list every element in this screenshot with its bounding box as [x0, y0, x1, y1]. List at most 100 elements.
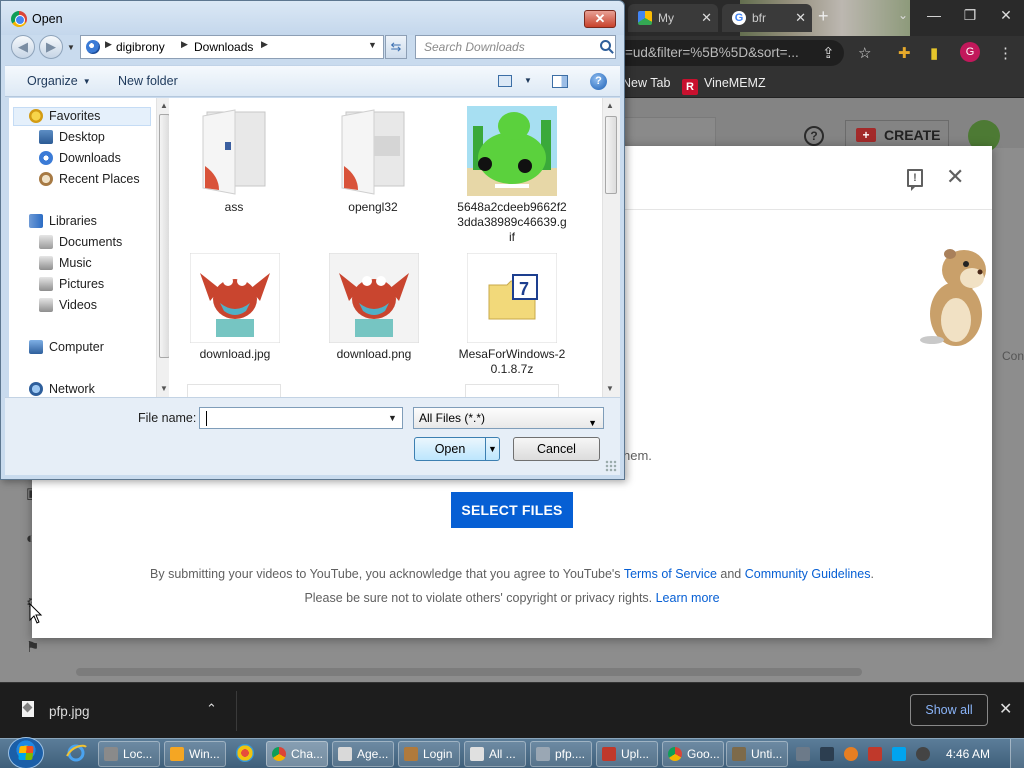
taskbar-button-9[interactable]: Unti...: [726, 741, 788, 767]
horizontal-scrollbar[interactable]: [76, 668, 862, 676]
bookmark-vinememz[interactable]: R VineMEMZ: [682, 76, 766, 95]
recent-locations-chevron-icon[interactable]: ▼: [67, 43, 75, 52]
nav-label: Videos: [59, 298, 97, 312]
address-dropdown-icon[interactable]: ▼: [368, 40, 377, 50]
breadcrumb-chevron-icon[interactable]: ▶: [181, 39, 188, 50]
back-button[interactable]: ◀: [11, 35, 35, 59]
breadcrumb-digibrony[interactable]: digibrony: [116, 40, 165, 54]
browser-tab-google[interactable]: G bfr ✕: [722, 4, 812, 32]
taskbar-button-5[interactable]: All ...: [464, 741, 526, 767]
scroll-down-icon[interactable]: ▼: [606, 384, 614, 393]
tab-search-chevron-icon[interactable]: ⌄: [898, 8, 908, 22]
dialog-title: Open: [32, 12, 63, 26]
file-name-dropdown-icon[interactable]: ▼: [388, 413, 397, 423]
tray-app-icon[interactable]: [844, 747, 858, 761]
scroll-up-icon[interactable]: ▲: [606, 101, 614, 110]
learn-more-link[interactable]: Learn more: [656, 591, 720, 605]
terms-of-service-link[interactable]: Terms of Service: [624, 567, 717, 581]
volume-icon[interactable]: [916, 747, 930, 761]
network-icon[interactable]: [892, 747, 906, 761]
taskbar-clock[interactable]: 4:46 AM: [946, 747, 990, 761]
file-item-ass[interactable]: ass: [179, 106, 289, 216]
bookmark-new-tab[interactable]: New Tab: [622, 76, 670, 90]
community-guidelines-link[interactable]: Community Guidelines: [745, 567, 871, 581]
help-icon[interactable]: ?: [590, 73, 607, 90]
file-name-field-label: File name:: [138, 411, 197, 425]
taskbar-button-4[interactable]: Login: [398, 741, 460, 767]
scrollbar-thumb[interactable]: [605, 116, 617, 194]
search-input[interactable]: [416, 36, 596, 58]
forward-button[interactable]: ▶: [39, 35, 63, 59]
sidebar-feedback-icon[interactable]: ⚑: [26, 638, 39, 656]
close-shelf-icon[interactable]: ✕: [999, 699, 1012, 719]
change-view-icon[interactable]: [498, 75, 512, 87]
open-options-dropdown-icon[interactable]: ▼: [485, 438, 499, 460]
bookmark-star-icon[interactable]: ☆: [858, 44, 871, 62]
view-options-chevron-icon[interactable]: ▼: [524, 76, 532, 85]
breadcrumb-downloads[interactable]: Downloads: [194, 40, 253, 54]
close-tab-icon[interactable]: ✕: [795, 10, 806, 26]
minimize-icon[interactable]: —: [916, 0, 952, 30]
legal-line-1: By submitting your videos to YouTube, yo…: [32, 567, 992, 581]
close-tab-icon[interactable]: ✕: [701, 10, 712, 26]
file-item-mesa-7z[interactable]: 7 MesaForWindows-20.1.8.7z: [457, 253, 567, 383]
select-files-button[interactable]: SELECT FILES: [451, 492, 573, 528]
breadcrumb-chevron-icon[interactable]: ▶: [261, 39, 268, 50]
dialog-close-button[interactable]: ✕: [584, 10, 616, 28]
breadcrumb-chevron-icon[interactable]: ▶: [105, 39, 112, 50]
chevron-down-icon: ▼: [82, 77, 91, 86]
dialog-address-bar[interactable]: ▶ digibrony ▶ Downloads ▶ ▼: [80, 35, 384, 59]
file-item-gif[interactable]: 5648a2cdeeb9662f23dda38989c46639.gif: [457, 106, 567, 256]
restore-icon[interactable]: ❐: [952, 0, 988, 30]
file-type-filter[interactable]: All Files (*.*) ▼: [413, 407, 604, 429]
close-icon[interactable]: ✕: [946, 166, 964, 188]
taskbar-button-0[interactable]: Loc...: [98, 741, 160, 767]
feedback-icon[interactable]: !: [907, 169, 923, 191]
start-button[interactable]: [8, 737, 44, 768]
taskbar-button-1[interactable]: Win...: [164, 741, 226, 767]
chevron-up-icon[interactable]: ⌃: [206, 701, 217, 717]
share-icon[interactable]: ⇪: [822, 44, 835, 62]
organize-label: Organize: [27, 74, 78, 88]
taskbar-button-7[interactable]: Upl...: [596, 741, 658, 767]
file-pane-scrollbar[interactable]: ▲ ▼: [602, 98, 620, 397]
new-folder-button[interactable]: New folder: [118, 74, 178, 88]
close-window-icon[interactable]: ✕: [988, 0, 1024, 30]
open-button[interactable]: Open ▼: [414, 437, 500, 461]
file-item-download-jpg[interactable]: download.jpg: [180, 253, 290, 363]
download-file-name[interactable]: pfp.jpg: [49, 704, 90, 719]
help-icon[interactable]: ?: [804, 126, 824, 146]
file-name-input[interactable]: [202, 409, 380, 427]
cancel-button[interactable]: Cancel: [513, 437, 600, 461]
side-panel-icon[interactable]: ▮: [930, 44, 938, 62]
partial-subtitle-text: hem.: [623, 448, 652, 463]
scroll-down-icon[interactable]: ▼: [160, 384, 168, 393]
taskbar-button-8[interactable]: Goo...: [662, 741, 724, 767]
taskbar-button-6[interactable]: pfp....: [530, 741, 592, 767]
browser-tab-drive[interactable]: My ✕: [628, 4, 718, 32]
internet-explorer-icon[interactable]: [64, 742, 90, 766]
address-bar[interactable]: l=ud&filter=%5B%5D&sort=...: [600, 40, 844, 66]
file-item-download-png[interactable]: download.png: [319, 253, 429, 363]
more-menu-icon[interactable]: ⋮: [998, 44, 1013, 62]
action-center-flag-icon[interactable]: [868, 747, 882, 761]
paint-app-icon[interactable]: [232, 742, 258, 766]
nav-label: Music: [59, 256, 92, 270]
taskbar-label: Win...: [189, 747, 220, 761]
organize-menu[interactable]: Organize ▼: [27, 74, 91, 88]
preview-pane-icon[interactable]: [552, 75, 568, 88]
resize-grip[interactable]: [605, 460, 617, 472]
search-icon[interactable]: [600, 40, 611, 51]
extensions-icon[interactable]: ✚: [898, 44, 911, 62]
profile-avatar[interactable]: G: [960, 42, 980, 62]
new-tab-button[interactable]: +: [818, 6, 829, 27]
tray-app-icon[interactable]: [820, 747, 834, 761]
taskbar-button-2[interactable]: Cha...: [266, 741, 328, 767]
show-all-button[interactable]: Show all: [910, 694, 988, 726]
scroll-up-icon[interactable]: ▲: [160, 101, 168, 110]
taskbar-button-3[interactable]: Age...: [332, 741, 394, 767]
refresh-button[interactable]: ⇆: [385, 35, 407, 59]
file-item-opengl32[interactable]: opengl32: [318, 106, 428, 216]
tray-app-icon[interactable]: [796, 747, 810, 761]
show-desktop-button[interactable]: [1010, 739, 1024, 768]
